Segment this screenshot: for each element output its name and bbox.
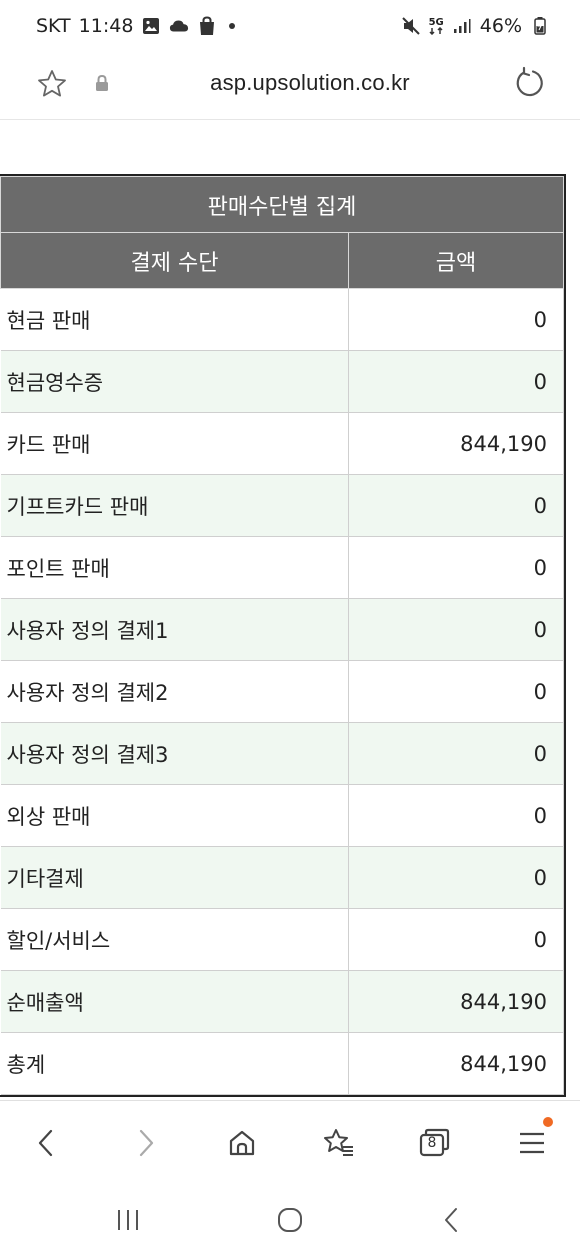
table-row: 기타결제 0 [0, 846, 564, 909]
battery-percent: 46% [479, 15, 522, 37]
forward-icon[interactable] [126, 1123, 166, 1163]
url-field[interactable]: asp.upsolution.co.kr [140, 70, 480, 96]
payment-method-cell: 포인트 판매 [0, 536, 349, 599]
amount-cell: 0 [348, 846, 564, 909]
table-row: 카드 판매 844,190 [0, 412, 564, 475]
network-type: 5G [429, 17, 444, 35]
amount-cell: 0 [348, 660, 564, 723]
table-title: 판매수단별 집계 [0, 176, 564, 233]
cloud-icon [169, 16, 189, 36]
column-header-amount: 금액 [348, 232, 564, 289]
table-row: 총계 844,190 [0, 1032, 564, 1095]
system-navigation-bar [0, 1184, 580, 1257]
amount-cell: 0 [348, 474, 564, 537]
amount-cell: 0 [348, 908, 564, 971]
home-circle-icon[interactable] [270, 1200, 310, 1240]
battery-icon [530, 16, 550, 36]
amount-cell: 0 [348, 722, 564, 785]
table-row: 외상 판매 0 [0, 784, 564, 847]
address-bar: asp.upsolution.co.kr [0, 56, 580, 120]
payment-method-cell: 현금영수증 [0, 350, 349, 413]
table-row: 사용자 정의 결제2 0 [0, 660, 564, 723]
bookmarks-icon[interactable] [318, 1123, 358, 1163]
bookmark-star-icon[interactable] [36, 68, 68, 100]
carrier-label: SKT [36, 15, 71, 37]
amount-cell: 0 [348, 288, 564, 351]
reload-icon[interactable] [512, 66, 546, 100]
signal-icon [452, 16, 472, 36]
home-icon[interactable] [222, 1123, 262, 1163]
table-row: 기프트카드 판매 0 [0, 474, 564, 537]
amount-cell: 844,190 [348, 412, 564, 475]
payment-method-cell: 할인/서비스 [0, 908, 349, 971]
table-row: 할인/서비스 0 [0, 908, 564, 971]
column-header-method: 결제 수단 [0, 232, 349, 289]
notification-dot-icon [229, 23, 236, 29]
payment-summary-table: 판매수단별 집계 결제 수단 금액 현금 판매 0 현금영수증 0 카드 판매 … [0, 174, 566, 1097]
amount-cell: 844,190 [348, 970, 564, 1033]
browser-toolbar: 8 [0, 1100, 580, 1184]
lock-icon[interactable] [94, 74, 110, 92]
payment-method-cell: 총계 [0, 1032, 349, 1095]
payment-method-cell: 카드 판매 [0, 412, 349, 475]
table-row: 사용자 정의 결제1 0 [0, 598, 564, 661]
payment-method-cell: 순매출액 [0, 970, 349, 1033]
amount-cell: 0 [348, 350, 564, 413]
amount-cell: 0 [348, 536, 564, 599]
tab-count: 8 [427, 1135, 437, 1151]
status-bar: SKT 11:48 5G 46% [0, 0, 580, 56]
payment-method-cell: 사용자 정의 결제2 [0, 660, 349, 723]
back-icon[interactable] [26, 1123, 66, 1163]
table-row: 사용자 정의 결제3 0 [0, 722, 564, 785]
gallery-icon [141, 16, 161, 36]
tabs-icon[interactable]: 8 [414, 1123, 454, 1163]
table-row: 포인트 판매 0 [0, 536, 564, 599]
payment-method-cell: 기타결제 [0, 846, 349, 909]
amount-cell: 0 [348, 598, 564, 661]
system-back-icon[interactable] [432, 1200, 472, 1240]
payment-method-cell: 현금 판매 [0, 288, 349, 351]
table-row: 현금 판매 0 [0, 288, 564, 351]
amount-cell: 844,190 [348, 1032, 564, 1095]
clock: 11:48 [78, 15, 134, 37]
recent-apps-icon[interactable] [108, 1200, 148, 1240]
table-row: 순매출액 844,190 [0, 970, 564, 1033]
payment-method-cell: 사용자 정의 결제1 [0, 598, 349, 661]
payment-method-cell: 기프트카드 판매 [0, 474, 349, 537]
payment-method-cell: 사용자 정의 결제3 [0, 722, 349, 785]
menu-notification-badge [543, 1117, 553, 1127]
shopping-bag-icon [197, 16, 217, 36]
payment-method-cell: 외상 판매 [0, 784, 349, 847]
mute-icon [401, 16, 421, 36]
table-row: 현금영수증 0 [0, 350, 564, 413]
menu-icon[interactable] [512, 1123, 552, 1163]
amount-cell: 0 [348, 784, 564, 847]
